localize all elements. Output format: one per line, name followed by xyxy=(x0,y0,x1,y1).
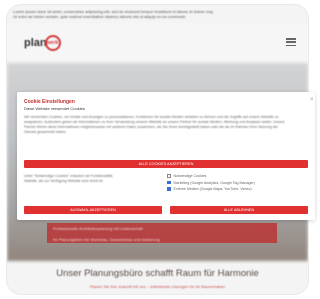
top-strip-line-2: Ut enim ad minim veniam, quis nostrud ex… xyxy=(13,14,186,19)
cookie-option-external-media[interactable]: Externe Medien (Google Maps, YouTube, Vi… xyxy=(167,186,307,192)
cookie-info-line: Statistik, die zur Verfügung Website seh… xyxy=(24,179,103,183)
cookie-option-necessary[interactable]: Notwendige Cookies xyxy=(167,173,307,179)
hamburger-line xyxy=(286,38,296,40)
cookie-body-line: Dienste gesammelt haben. xyxy=(24,130,67,134)
decline-all-button[interactable]: ALLE ABLEHNEN xyxy=(170,206,308,214)
cookie-options: Notwendige Cookies Marketing (Google Ana… xyxy=(167,173,307,193)
logo-text: plan xyxy=(24,37,47,49)
hamburger-icon[interactable] xyxy=(286,38,296,46)
cookie-dialog-title: Cookie Einstellungen xyxy=(24,99,75,105)
top-info-strip: Lorem ipsum dolor sit amet, consectetur … xyxy=(13,9,213,21)
hamburger-line xyxy=(286,41,296,43)
decline-label: ALLE ABLEHNEN xyxy=(223,208,255,212)
cookie-option-label: Marketing (Google Analytics, Google Tag … xyxy=(173,180,255,185)
close-icon[interactable]: × xyxy=(310,97,314,103)
site-header: plan werk xyxy=(7,23,308,63)
cookie-option-label: Notwendige Cookies xyxy=(173,174,207,178)
checkbox[interactable] xyxy=(167,187,171,191)
cookie-info-text: Unter "Notwendige Cookies" erlauben wir … xyxy=(24,174,144,184)
cookie-body-line: Partner führen diese Informationen mögli… xyxy=(24,125,278,129)
checkbox[interactable] xyxy=(167,174,171,178)
cookie-option-marketing[interactable]: Marketing (Google Analytics, Google Tag … xyxy=(167,180,307,186)
checkbox[interactable] xyxy=(167,180,171,185)
cookie-option-label: Externe Medien (Google Maps, YouTube, Vi… xyxy=(173,187,252,191)
accept-selected-button[interactable]: AUSWAHL AKZEPTIEREN xyxy=(24,206,162,214)
cookie-dialog-subtitle: Diese Website verwendet Cookies xyxy=(24,106,85,111)
cookie-dialog-body: Wir verwenden Cookies, um Inhalte und An… xyxy=(24,115,314,135)
cookie-dialog-content: Cookie Einstellungen × Diese Website ver… xyxy=(17,92,315,220)
cookie-dialog: Cookie Einstellungen × Diese Website ver… xyxy=(17,92,315,220)
hamburger-line xyxy=(286,44,296,46)
logo-mark-icon: werk xyxy=(44,35,61,51)
accept-selected-label: AUSWAHL AKZEPTIEREN xyxy=(70,208,116,212)
site-logo[interactable]: plan werk xyxy=(24,35,61,51)
screenshot-frame: Lorem ipsum dolor sit amet, consectetur … xyxy=(0,0,316,299)
accept-all-cookies-button[interactable]: ALLE COOKIES AKZEPTIEREN xyxy=(24,160,308,168)
accept-all-label: ALLE COOKIES AKZEPTIEREN xyxy=(138,162,194,166)
